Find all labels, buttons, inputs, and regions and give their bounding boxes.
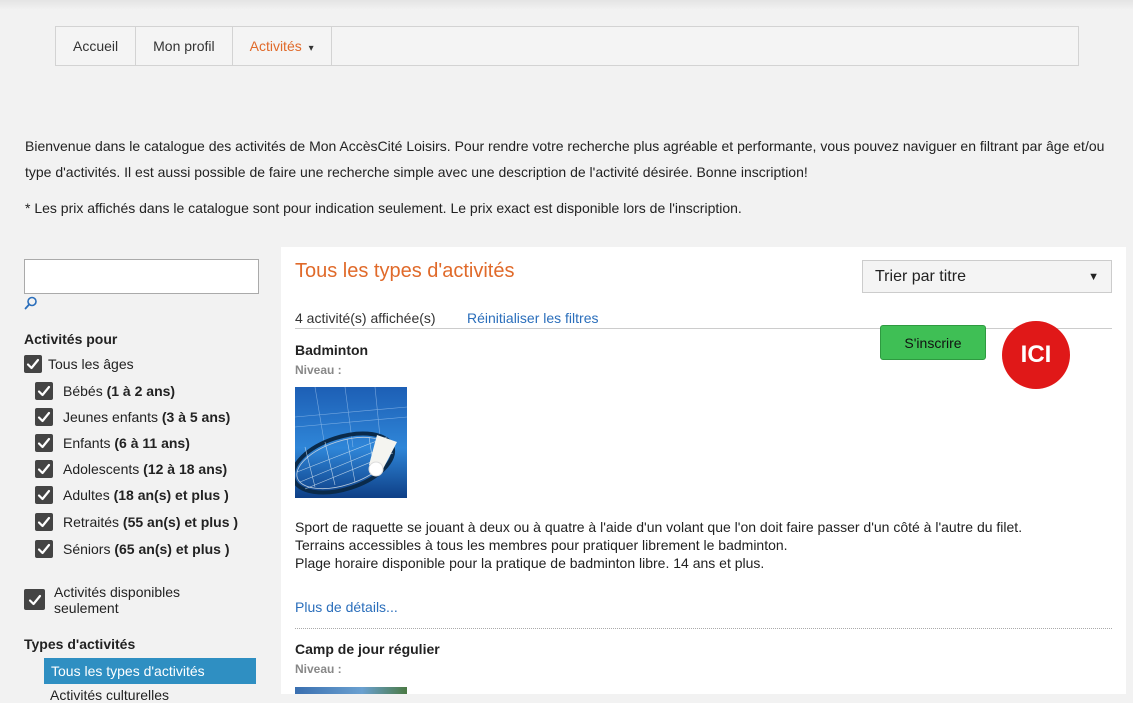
- sort-select[interactable]: Trier par titre ▼: [862, 260, 1112, 293]
- sort-select-value: Trier par titre: [875, 267, 966, 285]
- nav-accueil[interactable]: Accueil: [56, 27, 137, 65]
- inscrire-button[interactable]: S'inscrire: [880, 325, 986, 360]
- check-icon: [37, 411, 51, 423]
- checkbox-adultes[interactable]: [35, 486, 53, 504]
- caret-down-icon: ▾: [308, 43, 314, 54]
- checkbox-retraites[interactable]: [35, 513, 53, 531]
- age-label-jeunes-enfants: Jeunes enfants (3 à 5 ans): [63, 409, 230, 425]
- desc-line: Plage horaire disponible pour la pratiqu…: [295, 555, 765, 571]
- results-panel: Tous les types d'activités Trier par tit…: [281, 247, 1126, 694]
- activity-title[interactable]: Badminton: [295, 342, 368, 358]
- reset-filters-link[interactable]: Réinitialiser les filtres: [467, 310, 598, 326]
- checkbox-available-only[interactable]: [24, 589, 45, 610]
- type-item-all[interactable]: Tous les types d'activités: [44, 658, 256, 684]
- activity-title[interactable]: Camp de jour régulier: [295, 641, 440, 657]
- divider: [295, 328, 1112, 329]
- check-icon: [28, 594, 41, 605]
- search-icon[interactable]: [24, 296, 38, 310]
- nav-mon-profil[interactable]: Mon profil: [136, 27, 233, 65]
- results-title: Tous les types d'activités: [295, 260, 515, 282]
- age-name: Adolescents: [63, 461, 140, 477]
- activity-description: Sport de raquette se jouant à deux ou à …: [295, 518, 1115, 572]
- nav-activites-label: Activités: [249, 38, 302, 54]
- age-range: (6 à 11 ans): [114, 435, 190, 451]
- checkbox-adolescents[interactable]: [35, 460, 53, 478]
- nav-accueil-label: Accueil: [73, 38, 119, 54]
- nav-activites[interactable]: Activités ▾: [233, 27, 332, 65]
- age-range: (18 an(s) et plus ): [113, 487, 229, 503]
- checkbox-seniors[interactable]: [35, 540, 53, 558]
- age-range: (55 an(s) et plus ): [122, 514, 239, 530]
- age-label-enfants: Enfants (6 à 11 ans): [63, 435, 190, 451]
- age-name: Séniors: [63, 541, 111, 557]
- age-name: Jeunes enfants: [63, 409, 158, 425]
- age-name: Retraités: [63, 514, 120, 530]
- search-input[interactable]: [24, 259, 259, 294]
- age-range: (3 à 5 ans): [161, 409, 231, 425]
- checkbox-jeunes-enfants[interactable]: [35, 408, 53, 426]
- badminton-image[interactable]: [295, 387, 407, 498]
- check-icon: [26, 358, 40, 370]
- price-note: * Les prix affichés dans le catalogue so…: [25, 200, 742, 216]
- ici-badge: ICI: [1002, 321, 1070, 389]
- available-line-2: seulement: [54, 600, 119, 616]
- desc-line: Sport de raquette se jouant à deux ou à …: [295, 519, 1023, 535]
- dropdown-arrow-icon: ▼: [1088, 270, 1099, 283]
- age-name: Adultes: [63, 487, 110, 503]
- nav-mon-profil-label: Mon profil: [153, 38, 215, 54]
- age-range: (12 à 18 ans): [143, 461, 228, 477]
- results-count: 4 activité(s) affichée(s): [295, 310, 436, 326]
- age-range: (1 à 2 ans): [106, 383, 176, 399]
- camp-image[interactable]: [295, 687, 407, 694]
- intro-text: Bienvenue dans le catalogue des activité…: [25, 138, 1105, 180]
- check-icon: [37, 543, 51, 555]
- divider: [295, 628, 1112, 629]
- type-item-culturelles[interactable]: Activités culturelles: [50, 687, 169, 703]
- check-icon: [37, 437, 51, 449]
- age-name: Enfants: [63, 435, 111, 451]
- activity-level: Niveau :: [295, 363, 342, 377]
- age-label-bebes: Bébés (1 à 2 ans): [63, 383, 175, 399]
- all-ages-label: Tous les âges: [48, 356, 134, 372]
- age-label-adultes: Adultes (18 an(s) et plus ): [63, 487, 229, 503]
- checkbox-enfants[interactable]: [35, 434, 53, 452]
- activity-level: Niveau :: [295, 662, 342, 676]
- age-label-adolescents: Adolescents (12 à 18 ans): [63, 461, 227, 477]
- details-link[interactable]: Plus de détails...: [295, 599, 398, 615]
- checkbox-bebes[interactable]: [35, 382, 53, 400]
- ages-heading: Activités pour: [24, 331, 118, 347]
- desc-line: Terrains accessibles à tous les membres …: [295, 537, 788, 553]
- check-icon: [37, 385, 51, 397]
- check-icon: [37, 463, 51, 475]
- top-shade: [0, 0, 1133, 10]
- checkbox-all-ages[interactable]: [24, 355, 42, 373]
- age-label-retraites: Retraités (55 an(s) et plus ): [63, 514, 238, 530]
- check-icon: [37, 516, 51, 528]
- age-label-seniors: Séniors (65 an(s) et plus ): [63, 541, 230, 557]
- available-only-label: Activités disponibles seulement: [54, 584, 180, 616]
- available-line-1: Activités disponibles: [54, 584, 181, 600]
- check-icon: [37, 489, 51, 501]
- main-nav: Accueil Mon profil Activités ▾: [55, 26, 1079, 66]
- types-heading: Types d'activités: [24, 636, 136, 652]
- age-range: (65 an(s) et plus ): [114, 541, 230, 557]
- age-name: Bébés: [63, 383, 103, 399]
